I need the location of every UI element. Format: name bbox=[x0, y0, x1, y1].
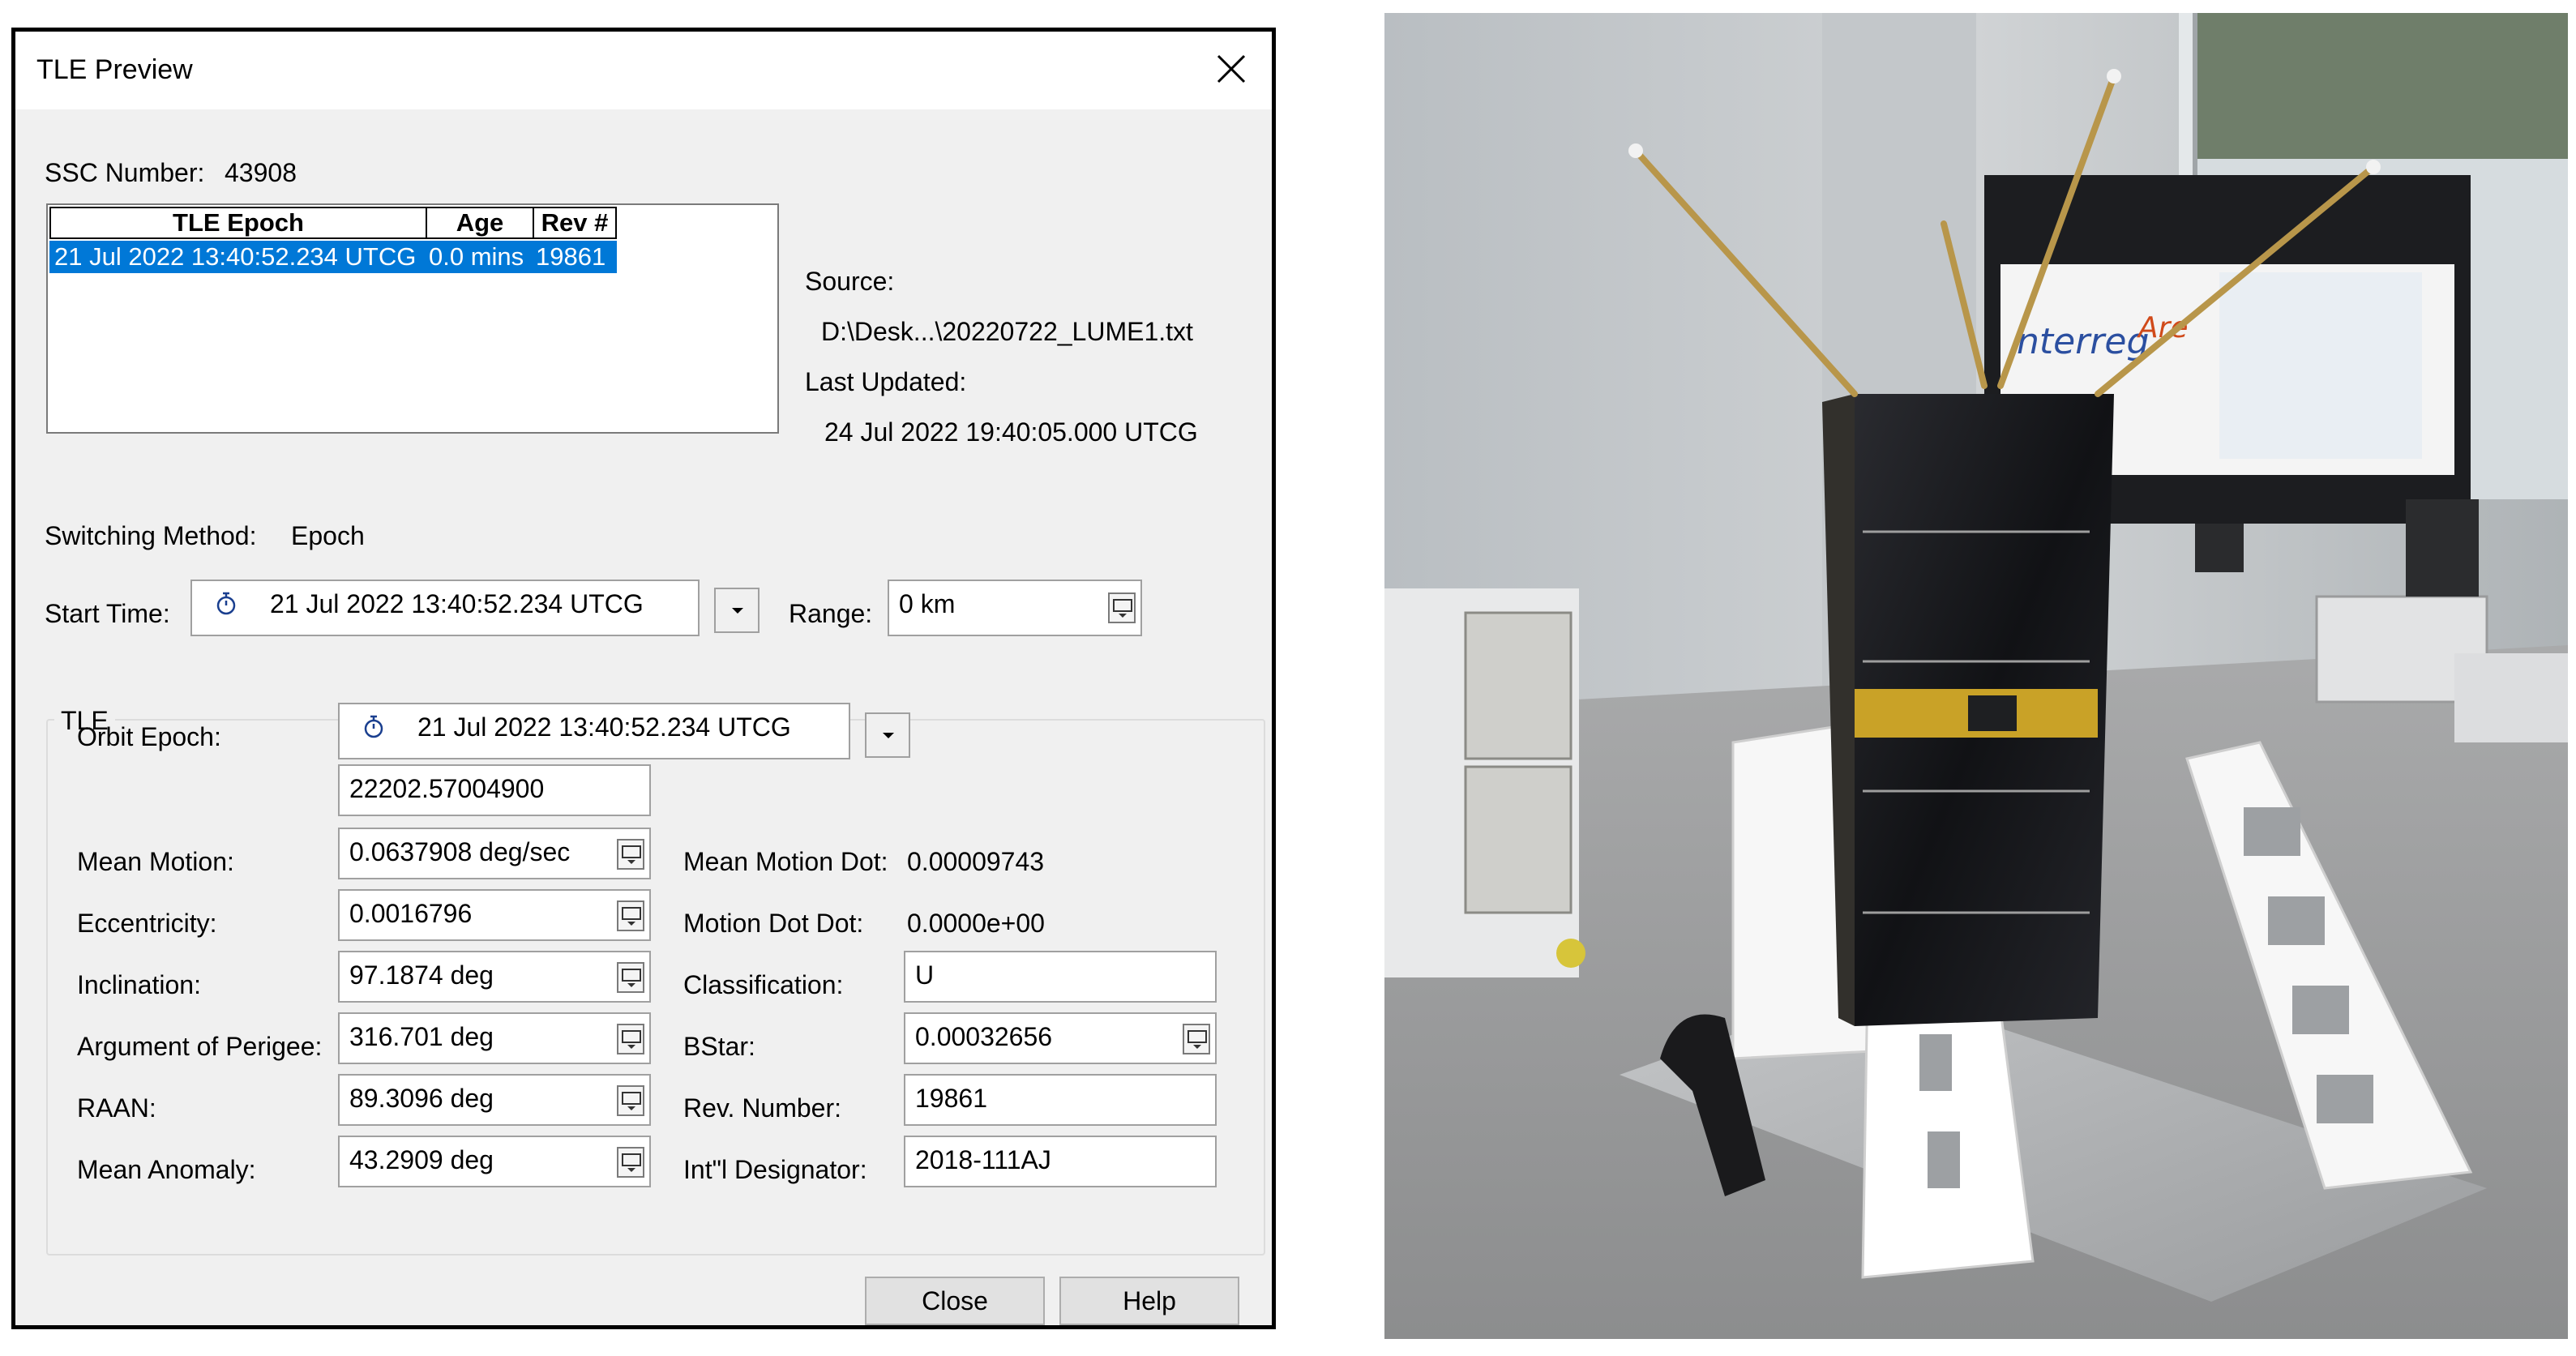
orbit-epoch-label: Orbit Epoch: bbox=[77, 722, 221, 751]
poster-text: nterreg bbox=[2017, 321, 2149, 362]
orbit-epoch-numeric-value: 22202.57004900 bbox=[349, 774, 545, 803]
mean-motion-dot-label: Mean Motion Dot: bbox=[683, 847, 888, 876]
raan-input[interactable]: 89.3096 deg bbox=[338, 1074, 651, 1126]
orbit-epoch-field[interactable]: 21 Jul 2022 13:40:52.234 UTCG bbox=[338, 703, 850, 759]
intl-designator-value: 2018-111AJ bbox=[915, 1145, 1051, 1174]
last-updated-value: 24 Jul 2022 19:40:05.000 UTCG bbox=[824, 417, 1198, 447]
cubesat-illustration: nterreg Are bbox=[1384, 13, 2568, 1339]
source-label: Source: bbox=[805, 267, 895, 296]
spinner-icon[interactable] bbox=[1183, 1024, 1210, 1054]
rev-number-value: 19861 bbox=[915, 1084, 987, 1113]
tle-preview-dialog: TLE Preview SSC Number: 43908 TLE Epoch … bbox=[11, 28, 1276, 1329]
start-time-label: Start Time: bbox=[45, 599, 170, 628]
argument-of-perigee-label: Argument of Perigee: bbox=[77, 1032, 323, 1061]
motion-dot-dot-value: 0.0000e+00 bbox=[907, 909, 1045, 938]
help-button[interactable]: Help bbox=[1059, 1277, 1239, 1325]
inclination-value: 97.1874 deg bbox=[349, 960, 494, 990]
column-header-age[interactable]: Age bbox=[426, 207, 534, 239]
spinner-icon[interactable] bbox=[617, 839, 644, 870]
argument-of-perigee-value: 316.701 deg bbox=[349, 1022, 494, 1051]
switching-method-value: Epoch bbox=[291, 521, 365, 550]
switching-method-label: Switching Method: bbox=[45, 521, 257, 550]
eccentricity-value: 0.0016796 bbox=[349, 899, 473, 928]
close-button[interactable]: Close bbox=[865, 1277, 1045, 1325]
close-icon[interactable] bbox=[1212, 49, 1251, 88]
clock-icon bbox=[362, 714, 385, 744]
orbit-epoch-numeric-input[interactable]: 22202.57004900 bbox=[338, 764, 651, 816]
start-time-value: 21 Jul 2022 13:40:52.234 UTCG bbox=[270, 589, 644, 618]
rev-number-input[interactable]: 19861 bbox=[904, 1074, 1217, 1126]
spinner-icon[interactable] bbox=[617, 900, 644, 931]
range-spinner-icon[interactable] bbox=[1108, 592, 1136, 623]
ssc-number-label: SSC Number: bbox=[45, 158, 205, 187]
column-header-tle-epoch[interactable]: TLE Epoch bbox=[49, 207, 427, 239]
cell-age: 0.0 mins bbox=[429, 242, 524, 271]
mean-anomaly-input[interactable]: 43.2909 deg bbox=[338, 1136, 651, 1187]
eccentricity-input[interactable]: 0.0016796 bbox=[338, 889, 651, 941]
mean-anomaly-label: Mean Anomaly: bbox=[77, 1155, 256, 1184]
range-value: 0 km bbox=[899, 589, 956, 618]
spinner-icon[interactable] bbox=[617, 1147, 644, 1178]
ssc-number-value: 43908 bbox=[225, 158, 297, 187]
start-time-field[interactable]: 21 Jul 2022 13:40:52.234 UTCG bbox=[190, 580, 700, 636]
mean-motion-value: 0.0637908 deg/sec bbox=[349, 837, 571, 866]
spinner-icon[interactable] bbox=[617, 962, 644, 993]
source-value: D:\Desk...\20220722_LUME1.txt bbox=[821, 317, 1193, 346]
orbit-epoch-value: 21 Jul 2022 13:40:52.234 UTCG bbox=[417, 712, 791, 742]
tle-list[interactable]: TLE Epoch Age Rev # 21 Jul 2022 13:40:52… bbox=[46, 203, 779, 434]
orbit-epoch-dropdown-button[interactable] bbox=[865, 712, 910, 758]
intl-designator-input[interactable]: 2018-111AJ bbox=[904, 1136, 1217, 1187]
column-header-rev[interactable]: Rev # bbox=[533, 207, 617, 239]
dialog-body: SSC Number: 43908 TLE Epoch Age Rev # 21… bbox=[15, 109, 1272, 1325]
cubesat-photo: nterreg Are bbox=[1384, 13, 2568, 1339]
last-updated-label: Last Updated: bbox=[805, 367, 967, 396]
classification-value: U bbox=[915, 960, 935, 990]
argument-of-perigee-input[interactable]: 316.701 deg bbox=[338, 1012, 651, 1064]
mean-anomaly-value: 43.2909 deg bbox=[349, 1145, 494, 1174]
cell-rev: 19861 bbox=[536, 242, 606, 271]
dialog-title: TLE Preview bbox=[36, 54, 193, 85]
bstar-input[interactable]: 0.00032656 bbox=[904, 1012, 1217, 1064]
rev-number-label: Rev. Number: bbox=[683, 1093, 842, 1123]
title-bar: TLE Preview bbox=[15, 32, 1272, 109]
raan-label: RAAN: bbox=[77, 1093, 156, 1123]
cell-epoch: 21 Jul 2022 13:40:52.234 UTCG bbox=[54, 242, 417, 271]
bstar-value: 0.00032656 bbox=[915, 1022, 1053, 1051]
inclination-input[interactable]: 97.1874 deg bbox=[338, 951, 651, 1003]
spinner-icon[interactable] bbox=[617, 1085, 644, 1116]
mean-motion-dot-value: 0.00009743 bbox=[907, 847, 1045, 876]
mean-motion-input[interactable]: 0.0637908 deg/sec bbox=[338, 828, 651, 879]
spinner-icon[interactable] bbox=[617, 1024, 644, 1054]
clock-icon bbox=[215, 591, 237, 621]
table-row[interactable]: 21 Jul 2022 13:40:52.234 UTCG 0.0 mins 1… bbox=[49, 241, 617, 273]
mean-motion-label: Mean Motion: bbox=[77, 847, 234, 876]
motion-dot-dot-label: Motion Dot Dot: bbox=[683, 909, 864, 938]
range-label: Range: bbox=[789, 599, 873, 628]
start-time-dropdown-button[interactable] bbox=[714, 588, 760, 633]
range-input[interactable]: 0 km bbox=[888, 580, 1142, 636]
classification-input[interactable]: U bbox=[904, 951, 1217, 1003]
eccentricity-label: Eccentricity: bbox=[77, 909, 217, 938]
inclination-label: Inclination: bbox=[77, 970, 201, 999]
intl-designator-label: Int"l Designator: bbox=[683, 1155, 867, 1184]
raan-value: 89.3096 deg bbox=[349, 1084, 494, 1113]
classification-label: Classification: bbox=[683, 970, 844, 999]
bstar-label: BStar: bbox=[683, 1032, 755, 1061]
